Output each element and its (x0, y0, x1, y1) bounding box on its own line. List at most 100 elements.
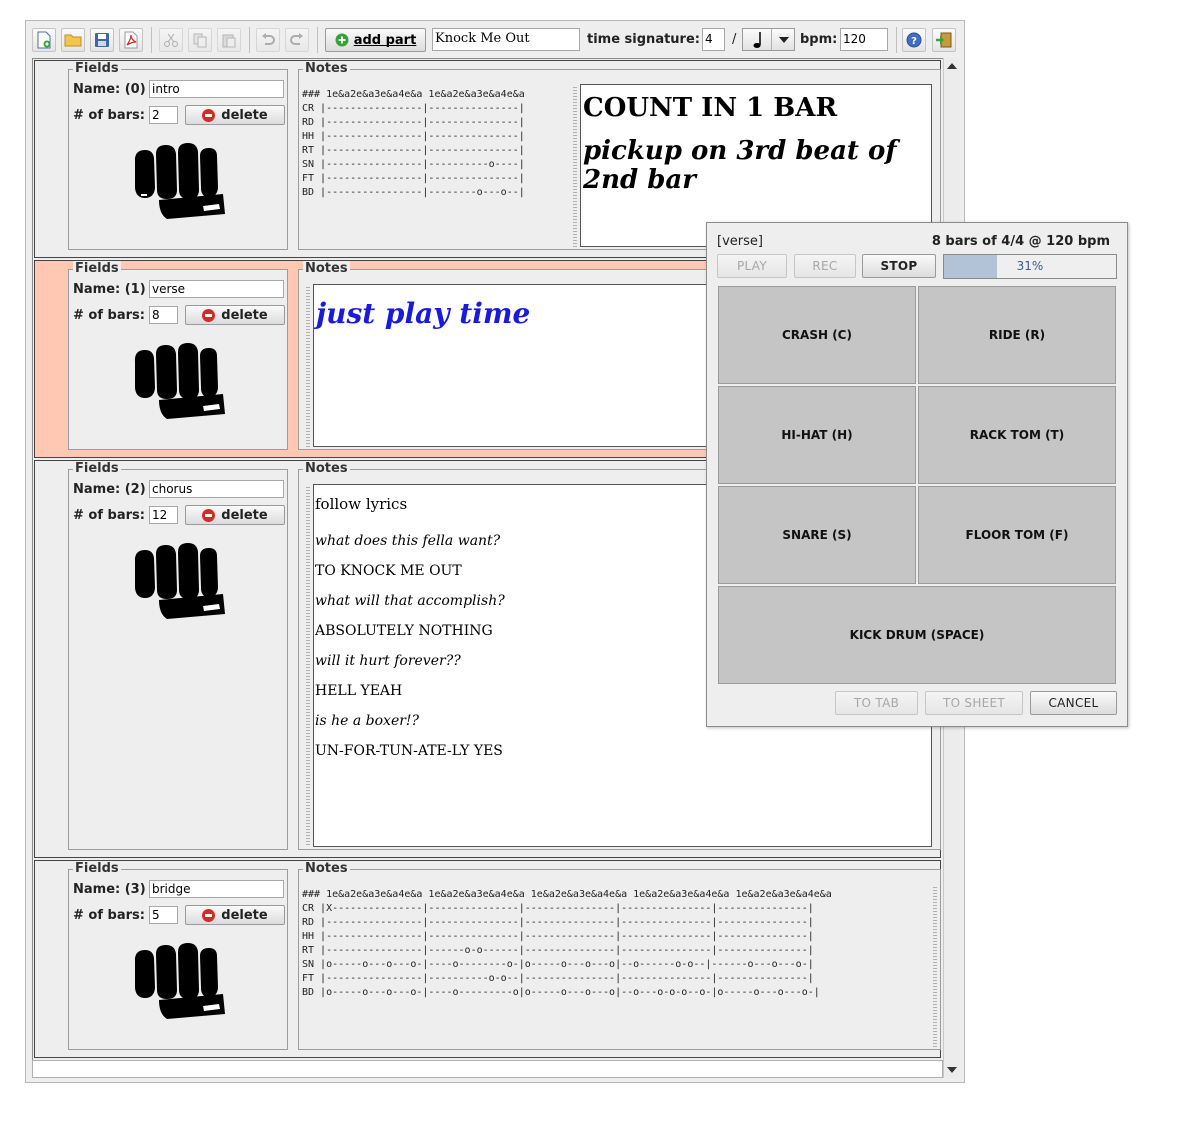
exit-button[interactable] (932, 28, 956, 52)
to-tab-label: TO TAB (853, 696, 900, 710)
drum-tab-text[interactable]: ### 1e&a2e&a3e&a4e&a 1e&a2e&a3e&a4e&a 1e… (302, 888, 927, 1000)
delete-icon (202, 908, 216, 922)
copy-icon (193, 33, 207, 48)
crash-pad[interactable]: CRASH (C) (718, 286, 916, 384)
part-name-input[interactable]: chorus (149, 480, 284, 498)
bpm-input[interactable]: 120 (840, 28, 888, 51)
floor-tom-pad[interactable]: FLOOR TOM (F) (918, 486, 1116, 584)
export-pdf-button[interactable] (119, 28, 143, 52)
bars-label: # of bars: (73, 108, 145, 123)
delete-button[interactable]: delete (185, 105, 285, 125)
delete-button[interactable]: delete (185, 305, 285, 325)
part-name-input[interactable]: intro (149, 80, 284, 98)
bars-label: # of bars: (73, 508, 145, 523)
bars-label: # of bars: (73, 908, 145, 923)
rec-label: REC (812, 259, 838, 273)
lyric-line: UN-FOR-TUN-ATE-LY YES (315, 743, 503, 759)
play-button[interactable]: PLAY (717, 254, 787, 278)
notes-splitter[interactable] (573, 85, 577, 247)
fields-title: Fields (73, 461, 121, 477)
copy-button[interactable] (188, 28, 212, 52)
kick-drum-pad[interactable]: KICK DRUM (SPACE) (718, 586, 1116, 684)
time-signature-numerator[interactable]: 4 (702, 28, 725, 51)
fields-title: Fields (73, 861, 121, 877)
dialog-info-label: 8 bars of 4/4 @ 120 bpm (931, 234, 1110, 249)
help-button[interactable]: ? (902, 28, 926, 52)
fields-box: Fields Name: (3) bridge # of bars: 5 del… (68, 861, 288, 1050)
notes-title: Notes (303, 861, 350, 877)
delete-label: delete (221, 307, 268, 323)
fist-icon (134, 143, 225, 219)
toolbar-separator (151, 27, 152, 53)
notes-splitter[interactable] (933, 885, 937, 1047)
pad-label: KICK DRUM (SPACE) (849, 628, 985, 642)
cut-button[interactable] (159, 28, 183, 52)
toolbar: add part Knock Me Out time signature: 4 … (26, 21, 964, 59)
save-button[interactable] (90, 28, 114, 52)
to-sheet-button[interactable]: TO SHEET (925, 691, 1023, 715)
fields-box: Fields Name: (2) chorus # of bars: 12 de… (68, 461, 288, 850)
progress-bar: 31% (943, 254, 1117, 279)
song-title-input[interactable]: Knock Me Out (432, 28, 580, 51)
note-subheading: pickup on 3rd beat of 2nd bar (583, 136, 897, 195)
rack-tom-pad[interactable]: RACK TOM (T) (918, 386, 1116, 484)
delete-button[interactable]: delete (185, 905, 285, 925)
add-part-button[interactable]: add part (325, 28, 426, 52)
stop-button[interactable]: STOP (862, 254, 936, 278)
fields-box: Fields Name: (1) verse # of bars: 8 dele… (68, 261, 288, 450)
scroll-up-icon[interactable] (947, 63, 957, 69)
notes-box: Notes ### 1e&a2e&a3e&a4e&a 1e&a2e&a3e&a4… (298, 861, 941, 1050)
note-value-select[interactable] (742, 28, 795, 51)
notes-splitter[interactable] (306, 485, 310, 847)
delete-label: delete (221, 107, 268, 123)
scroll-down-icon[interactable] (947, 1067, 957, 1073)
bars-input[interactable]: 5 (149, 906, 178, 924)
redo-button[interactable] (285, 28, 309, 52)
undo-button[interactable] (256, 28, 280, 52)
name-label: Name: (3) (73, 882, 146, 897)
paste-button[interactable] (217, 28, 241, 52)
hi-hat-pad[interactable]: HI-HAT (H) (718, 386, 916, 484)
part-panel-bridge[interactable]: Fields Name: (3) bridge # of bars: 5 del… (34, 860, 941, 1058)
delete-icon (202, 308, 216, 322)
delete-icon (202, 108, 216, 122)
delete-icon (202, 508, 216, 522)
drum-tab-text[interactable]: ### 1e&a2e&a3e&a4e&a 1e&a2e&a3e&a4e&a CR… (302, 88, 525, 200)
progress-text: 31% (1016, 259, 1044, 273)
to-tab-button[interactable]: TO TAB (835, 691, 918, 715)
snare-pad[interactable]: SNARE (S) (718, 486, 916, 584)
redo-icon (290, 33, 303, 45)
rec-button[interactable]: REC (794, 254, 856, 278)
fields-title: Fields (73, 261, 121, 277)
cancel-label: CANCEL (1048, 696, 1099, 710)
toolbar-separator (317, 27, 318, 53)
toolbar-separator (896, 27, 897, 53)
undo-icon (262, 33, 275, 45)
part-name-input[interactable]: verse (149, 280, 284, 298)
part-name-input[interactable]: bridge (149, 880, 284, 898)
open-file-button[interactable] (61, 28, 85, 52)
new-file-button[interactable] (32, 28, 56, 52)
new-file-icon (37, 31, 51, 49)
record-dialog: [verse] 8 bars of 4/4 @ 120 bpm PLAY REC… (706, 222, 1128, 727)
delete-label: delete (221, 507, 268, 523)
name-label: Name: (0) (73, 82, 146, 97)
save-icon (95, 33, 109, 47)
delete-button[interactable]: delete (185, 505, 285, 525)
bars-input[interactable]: 8 (149, 306, 178, 324)
cancel-button[interactable]: CANCEL (1030, 691, 1117, 715)
bpm-label: bpm: (800, 32, 838, 47)
play-label: PLAY (736, 259, 767, 273)
name-label: Name: (2) (73, 482, 146, 497)
help-icon: ? (906, 32, 922, 48)
delete-label: delete (221, 907, 268, 923)
bars-input[interactable]: 12 (149, 506, 178, 524)
fist-icon (134, 543, 225, 619)
notes-splitter[interactable] (306, 285, 310, 447)
status-bar (32, 1060, 943, 1078)
pad-label: RACK TOM (T) (969, 428, 1065, 442)
ride-pad[interactable]: RIDE (R) (918, 286, 1116, 384)
fields-title: Fields (73, 61, 121, 77)
notes-title: Notes (303, 461, 350, 477)
bars-input[interactable]: 2 (149, 106, 178, 124)
